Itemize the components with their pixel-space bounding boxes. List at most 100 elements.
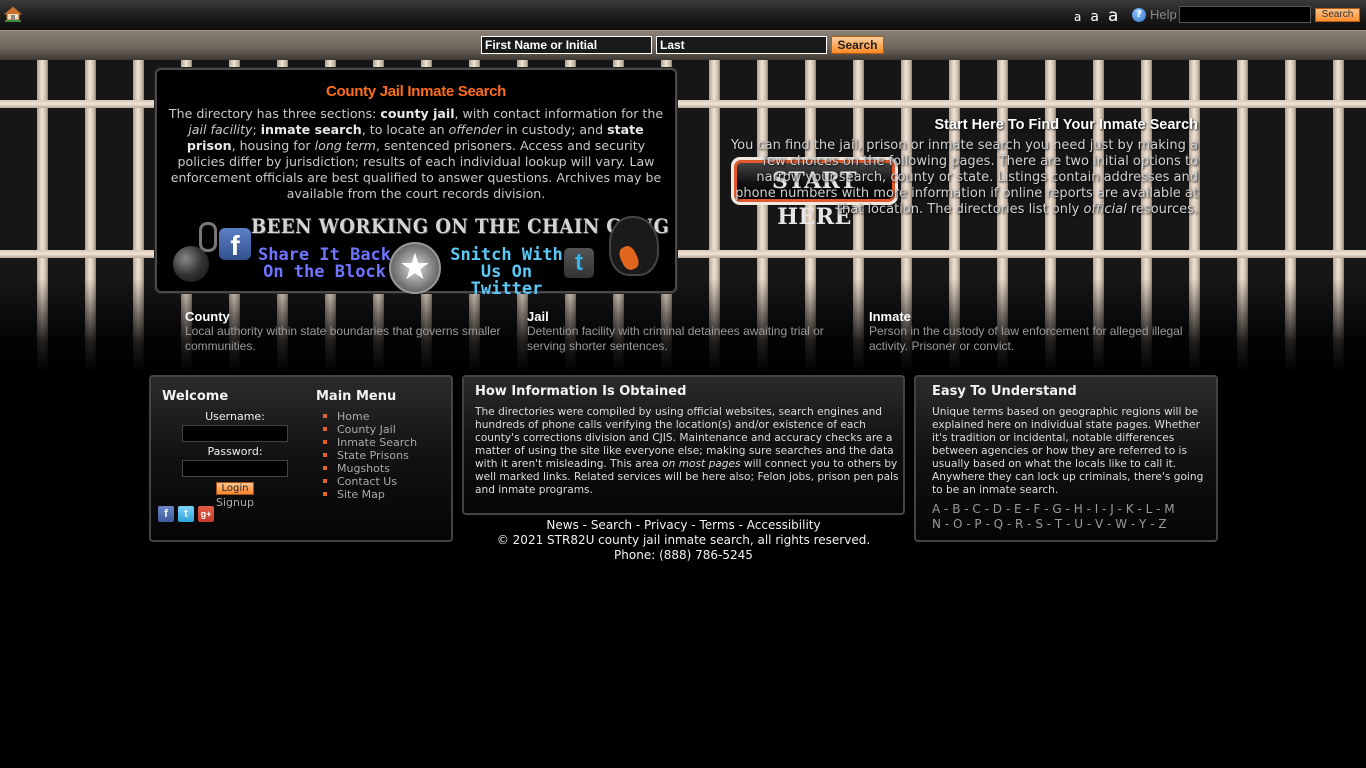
bullet-icon (323, 479, 327, 483)
last-name-input[interactable] (656, 36, 827, 54)
letter-link-h[interactable]: H (1074, 502, 1083, 516)
separator: - (578, 518, 591, 532)
font-size-large-button[interactable]: a (1108, 6, 1118, 26)
letter-link-d[interactable]: D (993, 502, 1002, 516)
letter-link-a[interactable]: A (932, 502, 940, 516)
letter-link-n[interactable]: N (932, 517, 941, 531)
separator: - (734, 518, 747, 532)
term-title: Jail (527, 309, 549, 324)
password-input[interactable] (182, 460, 288, 477)
letter-link-o[interactable]: O (953, 517, 962, 531)
separator: - (980, 502, 993, 516)
menu-item-mugshots[interactable]: Mugshots (323, 462, 417, 475)
bullet-icon (323, 453, 327, 457)
google-plus-icon[interactable]: g+ (198, 506, 214, 522)
facebook-share-link[interactable]: Share It Back On the Block (257, 247, 392, 281)
term-definition: Person in the custody of law enforcement… (869, 324, 1183, 353)
letter-link-z[interactable]: Z (1158, 517, 1166, 531)
twitter-follow-link[interactable]: Snitch With Us On Twitter (449, 247, 564, 298)
separator: - (1003, 517, 1016, 531)
top-bar: a a a ? Help Search (0, 0, 1366, 30)
twitter-icon[interactable]: t (564, 248, 594, 278)
question-circle-icon[interactable]: ? (1132, 8, 1146, 22)
font-size-medium-button[interactable]: a (1090, 9, 1099, 25)
facebook-icon[interactable]: f (158, 506, 174, 522)
letter-link-p[interactable]: P (974, 517, 981, 531)
help-link[interactable]: Help (1150, 7, 1177, 22)
how-information-title: How Information Is Obtained (475, 384, 687, 399)
footer: News - Search - Privacy - Terms - Access… (462, 518, 905, 563)
menu-item-site-map[interactable]: Site Map (323, 488, 417, 501)
social-links: f t g+ (158, 506, 214, 522)
chain-gang-banner: f BEEN WORKING ON THE CHAIN GANG Share I… (169, 212, 669, 298)
footer-link-privacy[interactable]: Privacy (644, 518, 687, 532)
term-jail: Jail Detention facility with criminal de… (527, 309, 847, 354)
letter-link-g[interactable]: G (1052, 502, 1061, 516)
separator: - (1021, 502, 1034, 516)
snitch-line-2: Us On Twitter (470, 262, 543, 299)
separator: - (1082, 502, 1095, 516)
separator: - (1133, 502, 1146, 516)
username-input[interactable] (182, 425, 288, 442)
inmate-search-button[interactable]: Search (831, 36, 884, 54)
menu-item-home[interactable]: Home (323, 410, 417, 423)
separator: - (1152, 502, 1165, 516)
menu-item-county-jail[interactable]: County Jail (323, 423, 417, 436)
footer-link-search[interactable]: Search (591, 518, 632, 532)
home-icon[interactable] (4, 6, 22, 22)
separator: - (1042, 517, 1055, 531)
separator: - (940, 517, 953, 531)
start-here-text: You can find the jail, prison or inmate … (730, 138, 1198, 217)
ball-and-chain-icon (173, 246, 209, 282)
footer-link-news[interactable]: News (546, 518, 578, 532)
chain-icon (199, 222, 217, 252)
letter-row-1: A - B - C - D - E - F - G - H - I - J - … (932, 502, 1212, 517)
separator: - (1113, 502, 1126, 516)
easy-text: Unique terms based on geographic regions… (932, 406, 1204, 496)
separator: - (1083, 517, 1095, 531)
term-definition: Detention facility with criminal detaine… (527, 324, 824, 353)
sheriff-badge-icon: ★ (389, 242, 441, 294)
separator: - (687, 518, 700, 532)
first-name-input[interactable] (481, 36, 652, 54)
separator: - (962, 517, 975, 531)
site-search-button[interactable]: Search (1315, 8, 1360, 22)
letter-link-q[interactable]: Q (994, 517, 1003, 531)
separator: - (1098, 502, 1111, 516)
letter-link-k[interactable]: K (1126, 502, 1134, 516)
twitter-icon[interactable]: t (178, 506, 194, 522)
letter-link-m[interactable]: M (1164, 502, 1174, 516)
separator: - (1062, 517, 1075, 531)
phone-number: Phone: (888) 786-5245 (614, 548, 753, 562)
term-title: Inmate (869, 309, 911, 324)
banner-title: BEEN WORKING ON THE CHAIN GANG (251, 214, 670, 238)
letter-link-v[interactable]: V (1095, 517, 1103, 531)
login-form: Username: Password: Login Signup (179, 410, 291, 509)
footer-link-accessibility[interactable]: Accessibility (747, 518, 821, 532)
copyright: © 2021 STR82U county jail inmate search,… (496, 533, 871, 547)
easy-to-understand-panel: Easy To Understand Unique terms based on… (914, 375, 1218, 542)
intro-title: County Jail Inmate Search (325, 83, 507, 100)
login-button[interactable]: Login (216, 482, 254, 495)
term-definition: Local authority within state boundaries … (185, 324, 501, 353)
font-size-controls: a a a (1074, 6, 1118, 26)
bullet-icon (323, 492, 327, 496)
menu-item-state-prisons[interactable]: State Prisons (323, 449, 417, 462)
letter-link-e[interactable]: E (1014, 502, 1022, 516)
font-size-small-button[interactable]: a (1074, 10, 1081, 24)
facebook-icon[interactable]: f (219, 228, 251, 261)
welcome-title: Welcome (162, 389, 229, 404)
letter-link-u[interactable]: U (1074, 517, 1083, 531)
inmate-name-search-bar: Search (0, 30, 1366, 60)
bullet-icon (323, 440, 327, 444)
letter-link-s[interactable]: S (1035, 517, 1043, 531)
share-line-2: On the Block (263, 262, 386, 282)
footer-link-terms[interactable]: Terms (699, 518, 734, 532)
menu-item-inmate-search[interactable]: Inmate Search (323, 436, 417, 449)
letter-link-w[interactable]: W (1115, 517, 1127, 531)
letter-link-c[interactable]: C (972, 502, 980, 516)
footer-links: News - Search - Privacy - Terms - Access… (462, 518, 905, 533)
menu-item-contact-us[interactable]: Contact Us (323, 475, 417, 488)
separator: - (1002, 502, 1014, 516)
site-search-input[interactable] (1179, 6, 1311, 23)
